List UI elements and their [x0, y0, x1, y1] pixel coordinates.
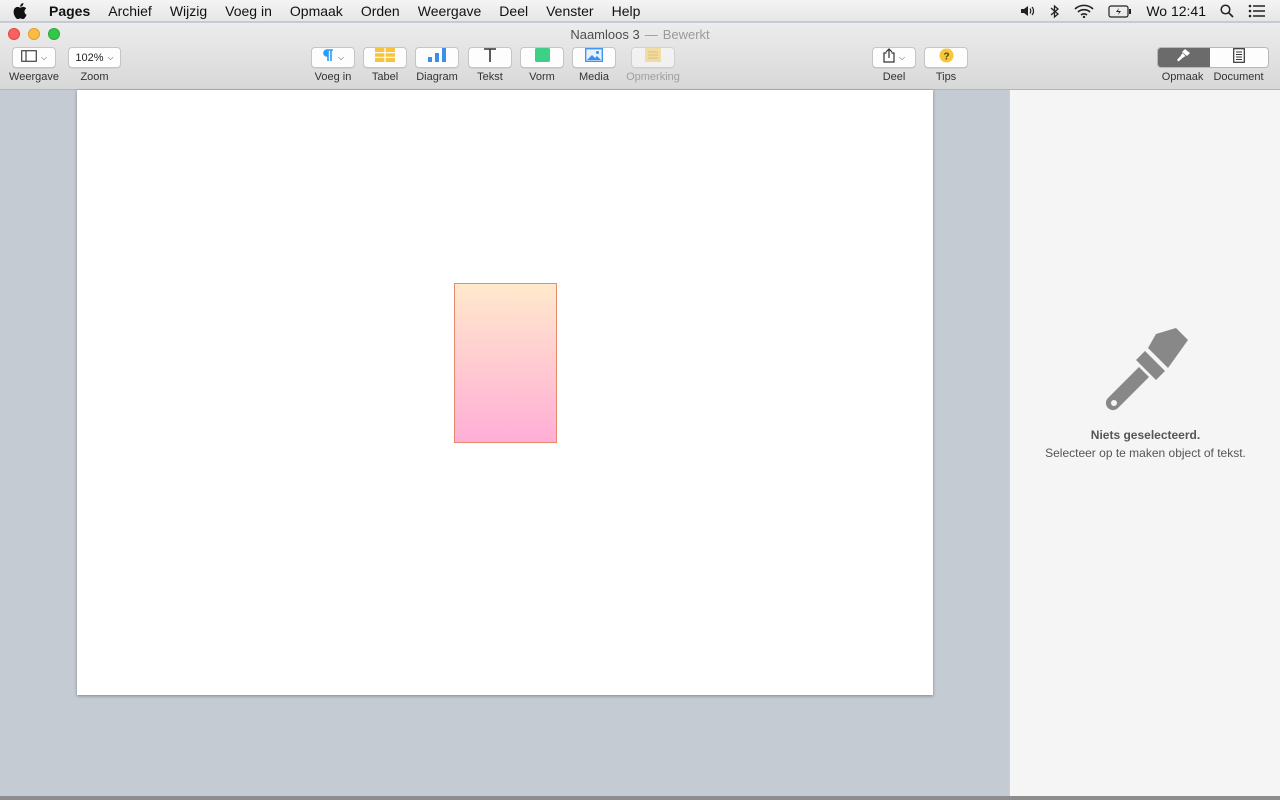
notification-center-icon[interactable]	[1248, 4, 1266, 18]
share-tool[interactable]: ⌵ Deel	[872, 47, 916, 83]
window-title: Naamloos 3 — Bewerkt	[0, 27, 1280, 42]
menu-voeg-in[interactable]: Voeg in	[216, 0, 281, 22]
table-icon	[375, 48, 395, 67]
insert-label: Voeg in	[314, 71, 352, 83]
text-icon	[483, 48, 497, 67]
volume-icon[interactable]	[1020, 4, 1036, 18]
tips-label: Tips	[935, 71, 957, 83]
document-icon	[1233, 48, 1245, 67]
table-tool[interactable]: Tabel	[363, 47, 407, 83]
status-area: Wo 12:41	[1020, 0, 1280, 22]
view-tool[interactable]: ⌵ Weergave	[8, 47, 60, 83]
image-icon	[585, 48, 603, 67]
view-label: Weergave	[9, 71, 59, 83]
document-tab-button[interactable]	[1210, 48, 1268, 67]
tips-tool[interactable]: ? Tips	[924, 47, 968, 83]
paintbrush-icon	[1104, 328, 1194, 418]
title-separator: —	[644, 27, 658, 42]
inspector-segmented-control	[1157, 47, 1269, 68]
format-inspector: Niets geselecteerd. Selecteer op te make…	[1009, 90, 1280, 796]
chevron-down-icon: ⌵	[337, 52, 345, 62]
chart-button[interactable]	[415, 47, 459, 68]
document-canvas[interactable]	[0, 90, 1009, 796]
text-button[interactable]	[468, 47, 512, 68]
text-label: Tekst	[477, 71, 503, 83]
menu-deel[interactable]: Deel	[490, 0, 537, 22]
inspector-toggle-labels: Opmaak Document	[1157, 68, 1269, 83]
comment-icon	[645, 48, 661, 67]
text-tool[interactable]: Tekst	[468, 47, 512, 83]
menu-archief[interactable]: Archief	[99, 0, 161, 22]
zoom-label: Zoom	[80, 71, 109, 83]
zoom-value: 102%	[75, 51, 104, 64]
menu-help[interactable]: Help	[603, 0, 650, 22]
media-button[interactable]	[572, 47, 616, 68]
help-icon: ?	[939, 48, 954, 68]
menu-app-name[interactable]: Pages	[40, 0, 99, 22]
document-page[interactable]	[77, 90, 933, 695]
media-tool[interactable]: Media	[572, 47, 616, 83]
chart-tool[interactable]: Diagram	[415, 47, 459, 83]
apple-menu-icon[interactable]	[0, 2, 40, 19]
wifi-icon[interactable]	[1074, 4, 1094, 18]
inspector-toggle: Opmaak Document	[1157, 47, 1269, 83]
table-button[interactable]	[363, 47, 407, 68]
menu-opmaak[interactable]: Opmaak	[281, 0, 352, 22]
menu-venster[interactable]: Venster	[537, 0, 602, 22]
zoom-select[interactable]: 102% ⌵	[68, 47, 121, 68]
share-button[interactable]: ⌵	[872, 47, 916, 68]
inspector-title: Niets geselecteerd.	[1090, 428, 1201, 442]
shape-icon	[534, 48, 550, 67]
bluetooth-icon[interactable]	[1050, 4, 1060, 19]
insert-button[interactable]: ⌵	[311, 47, 355, 68]
shape-button[interactable]	[520, 47, 564, 68]
comment-tool[interactable]: Opmerking	[624, 47, 682, 83]
svg-text:?: ?	[943, 51, 949, 62]
paintbrush-icon	[1176, 48, 1192, 67]
paragraph-icon	[322, 48, 334, 67]
menu-orden[interactable]: Orden	[352, 0, 409, 22]
menubar-clock[interactable]: Wo 12:41	[1146, 3, 1206, 19]
comment-label: Opmerking	[626, 71, 680, 83]
spotlight-icon[interactable]	[1220, 4, 1234, 18]
shape-label: Vorm	[529, 71, 555, 83]
inspector-subtitle: Selecteer op te maken object of tekst.	[1045, 446, 1246, 460]
chevron-down-icon: ⌵	[40, 52, 48, 62]
format-tab-button[interactable]	[1158, 48, 1210, 67]
share-label: Deel	[882, 71, 906, 83]
document-status: Bewerkt	[662, 27, 710, 42]
sidebar-view-icon	[21, 49, 37, 67]
view-button[interactable]: ⌵	[12, 47, 56, 68]
battery-icon[interactable]	[1108, 4, 1132, 18]
shape-tool[interactable]: Vorm	[520, 47, 564, 83]
chart-icon	[427, 48, 447, 67]
media-label: Media	[579, 71, 609, 83]
chart-label: Diagram	[416, 71, 458, 83]
format-label: Opmaak	[1161, 71, 1204, 83]
share-icon	[883, 47, 895, 68]
comment-button[interactable]	[631, 47, 675, 68]
window-bottom-edge	[0, 796, 1280, 800]
chevron-down-icon: ⌵	[898, 52, 906, 62]
document-title[interactable]: Naamloos 3	[570, 27, 639, 42]
table-label: Tabel	[371, 71, 399, 83]
window-toolbar: Naamloos 3 — Bewerkt ⌵ Weergave 102% ⌵ Zoo…	[0, 23, 1280, 90]
zoom-tool[interactable]: 102% ⌵ Zoom	[68, 47, 121, 83]
menu-weergave[interactable]: Weergave	[409, 0, 491, 22]
menu-bar: Pages Archief Wijzig Voeg in Opmaak Orde…	[0, 0, 1280, 22]
insert-tool[interactable]: ⌵ Voeg in	[311, 47, 355, 83]
document-label: Document	[1213, 71, 1264, 83]
gradient-rectangle-shape[interactable]	[454, 283, 557, 443]
tips-button[interactable]: ?	[924, 47, 968, 68]
chevron-down-icon: ⌵	[107, 52, 114, 62]
menu-wijzig[interactable]: Wijzig	[161, 0, 216, 22]
